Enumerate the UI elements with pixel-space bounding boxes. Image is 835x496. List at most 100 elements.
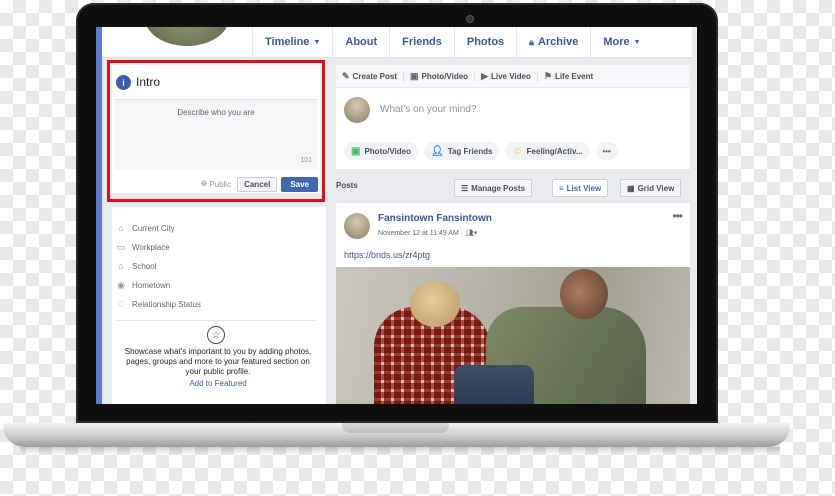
star-icon: ☆ [207, 326, 225, 344]
grid-view-button[interactable]: ▦ Grid View [620, 179, 682, 197]
ctab-label: Photo/Video [421, 71, 469, 81]
status-input[interactable]: What's on your mind? [380, 104, 476, 115]
flag-icon: ⚑ [543, 70, 552, 81]
globe-intro-icon: i [116, 75, 131, 90]
photo-head-right [560, 269, 608, 319]
pbtn-label: Grid View [637, 183, 675, 193]
user-avatar [344, 97, 370, 123]
tab-create-post[interactable]: ✎ Create Post [336, 70, 405, 82]
detail-label: School [132, 261, 157, 271]
tab-label: More [603, 36, 630, 48]
detail-label: Workplace [132, 242, 170, 252]
tab-label: About [345, 36, 378, 48]
detail-school[interactable]: ⌂ School [116, 259, 156, 273]
profile-nav: Timeline ▼ About Friends Photos 🔒︎ Archi… [252, 27, 653, 57]
photo-video-button[interactable]: ▣ Photo/Video [344, 142, 418, 160]
more-options-button[interactable]: ••• [595, 142, 618, 160]
pbtn-label: List View [566, 183, 602, 193]
post-photo[interactable] [336, 267, 690, 404]
privacy-selector[interactable]: 🌐︎ Public [201, 179, 231, 189]
post-timestamp[interactable]: November 12 at 11:49 AM · [378, 230, 465, 237]
save-button[interactable]: Save [281, 176, 318, 192]
lock-icon: 🔒︎ [529, 36, 534, 47]
composer-actions: ▣ Photo/Video 👤︎ Tag Friends ☺ Feeling/A… [344, 142, 618, 160]
tab-label: Photos [466, 36, 505, 48]
manage-posts-button[interactable]: ☰ Manage Posts [454, 179, 532, 197]
caret-down-icon: ▼ [633, 38, 641, 46]
cact-label: Tag Friends [447, 146, 493, 156]
add-to-featured-link[interactable]: Add to Featured [124, 379, 312, 388]
tab-live-video[interactable]: ▶ Live Video [475, 70, 538, 82]
tab-photo-video[interactable]: ▣ Photo/Video [404, 70, 476, 82]
friends-audience-icon[interactable]: 👥︎▾ [465, 230, 477, 237]
tab-life-event[interactable]: ⚑ Life Event [538, 71, 599, 82]
post-meta: November 12 at 11:49 AM · 👥︎▾ [378, 229, 477, 237]
laptop-notch [342, 423, 449, 433]
sliders-icon: ☰ [461, 183, 469, 193]
tab-label: Archive [537, 36, 579, 48]
tab-friends[interactable]: Friends [389, 27, 454, 57]
caret-down-icon: ▼ [313, 38, 321, 46]
tab-archive[interactable]: 🔒︎ Archive [516, 27, 590, 57]
cancel-button[interactable]: Cancel [237, 176, 278, 192]
cact-label: Photo/Video [364, 146, 411, 156]
posts-bar: Posts ☰ Manage Posts ≡ List View ▦ Grid … [336, 175, 690, 197]
photo-head-left [410, 281, 460, 327]
divider [116, 320, 316, 321]
graduation-cap-icon: ⌂ [118, 261, 124, 271]
photo-icon: ▣ [351, 145, 361, 157]
post-link[interactable]: https://bnds.us/zr4ptg [344, 250, 430, 260]
detail-label: Current City [132, 223, 175, 233]
post-options-button[interactable]: ••• [672, 209, 683, 223]
tag-friends-icon: 👤︎ [430, 145, 444, 157]
privacy-label: Public [209, 179, 232, 189]
char-counter: 101 [300, 157, 312, 164]
featured-description: Showcase what's important to you by addi… [124, 347, 312, 376]
pbtn-label: Manage Posts [471, 183, 525, 193]
camera-icon: ▣ [410, 70, 419, 81]
post-author-avatar[interactable] [344, 213, 370, 239]
profile-avatar[interactable] [142, 27, 232, 49]
feeling-activity-button[interactable]: ☺ Feeling/Activ... [505, 142, 590, 160]
profile-header: Timeline ▼ About Friends Photos 🔒︎ Archi… [102, 27, 692, 58]
home-icon: ⌂ [118, 223, 124, 233]
window-edge [96, 27, 102, 404]
tab-timeline[interactable]: Timeline ▼ [252, 27, 332, 57]
heart-icon: ♡ [116, 298, 126, 309]
ctab-label: Life Event [554, 71, 594, 81]
location-pin-icon: ◉ [117, 279, 125, 290]
detail-label: Relationship Status [132, 299, 201, 309]
ctab-label: Live Video [490, 71, 531, 81]
bio-placeholder: Describe who you are [177, 108, 255, 117]
tab-label: Timeline [265, 36, 310, 48]
grid-icon: ▦ [627, 183, 635, 193]
detail-hometown[interactable]: ◉ Hometown [116, 278, 170, 292]
bio-input[interactable]: Describe who you are 101 [114, 99, 318, 170]
tab-more[interactable]: More ▼ [590, 27, 652, 57]
tab-photos[interactable]: Photos [453, 27, 516, 57]
webcam [466, 15, 474, 23]
screen: Timeline ▼ About Friends Photos 🔒︎ Archi… [96, 27, 697, 404]
tab-label: Friends [402, 36, 442, 48]
list-icon: ≡ [559, 183, 564, 193]
detail-relationship[interactable]: ♡ Relationship Status [116, 297, 201, 311]
composer-tabs: ✎ Create Post ▣ Photo/Video ▶ Live Video… [336, 65, 690, 88]
cact-label: Feeling/Activ... [526, 146, 583, 156]
detail-workplace[interactable]: ▭ Workplace [116, 240, 170, 254]
post-author[interactable]: Fansintown Fansintown [378, 213, 492, 224]
intro-title: Intro [136, 75, 161, 89]
ctab-label: Create Post [352, 71, 398, 81]
globe-icon: 🌐︎ [200, 179, 208, 188]
tag-friends-button[interactable]: 👤︎ Tag Friends [423, 142, 500, 160]
details-card: ⌂ Current City ▭ Workplace ⌂ School ◉ Ho… [112, 207, 326, 404]
tab-about[interactable]: About [332, 27, 389, 57]
smiley-icon: ☺ [512, 145, 523, 157]
post-card: Fansintown Fansintown November 12 at 11:… [336, 203, 690, 404]
intro-actions: 🌐︎ Public Cancel Save [114, 175, 318, 193]
detail-current-city[interactable]: ⌂ Current City [116, 221, 175, 235]
pencil-icon: ✎ [342, 70, 350, 81]
list-view-button[interactable]: ≡ List View [552, 179, 609, 197]
laptop-shadow [20, 447, 780, 455]
posts-label: Posts [336, 181, 358, 190]
detail-label: Hometown [132, 280, 171, 290]
